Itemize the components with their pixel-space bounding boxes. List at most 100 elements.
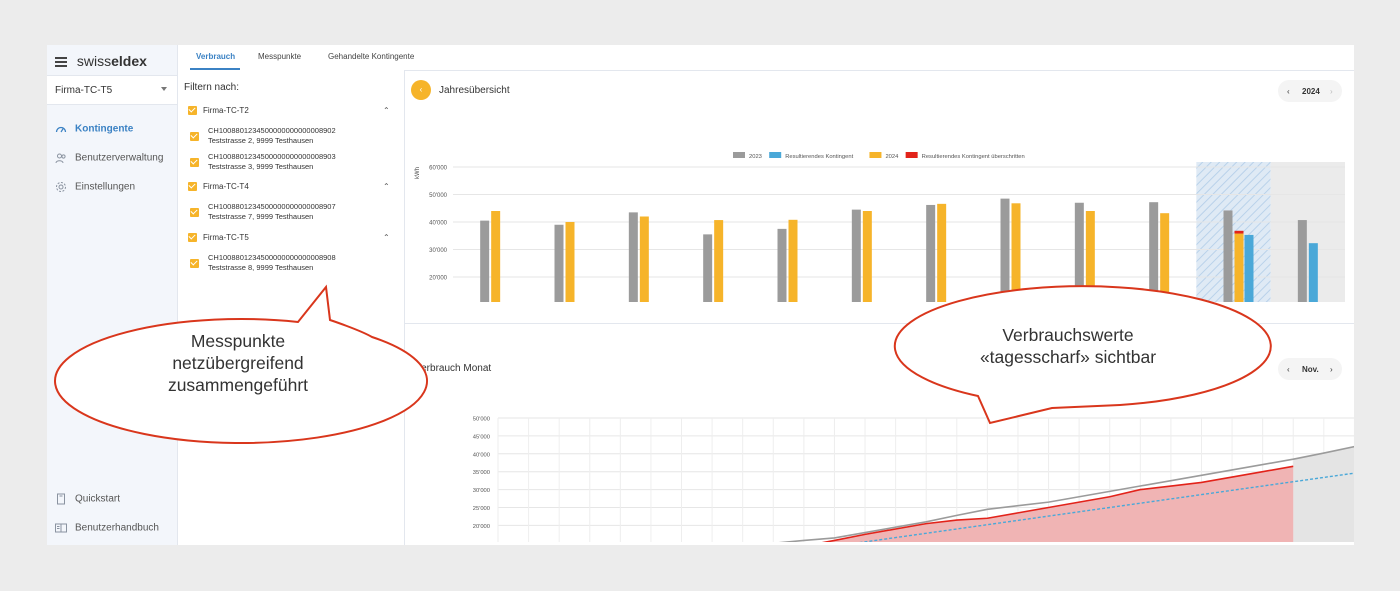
callout-line: «tagesscharf» sichtbar [979, 347, 1157, 367]
messpunkt-item[interactable]: CH1008801234500000000000008902 Teststras… [190, 126, 336, 146]
bar-2023 [1223, 210, 1233, 302]
bar-2023 [1149, 202, 1159, 302]
sidebar-item-label: Einstellungen [75, 181, 136, 193]
legend-label: Resultierendes Kontingent [785, 154, 853, 160]
messpunkt-id: CH1008801234500000000000008907 [208, 202, 336, 211]
bar-2024 [862, 211, 872, 302]
filter-group-firma-tc-t4[interactable]: Firma-TC-T4 [188, 182, 249, 192]
bar-2023 [926, 204, 936, 302]
bar-2023 [777, 228, 787, 302]
bar-overshoot [1234, 230, 1244, 234]
chevron-up-icon[interactable]: ⌃ [383, 233, 390, 242]
sidebar-item-benutzerhandbuch[interactable]: Benutzerhandbuch [55, 522, 159, 540]
callout-line: Messpunkte [190, 331, 286, 351]
messpunkt-address: Teststrasse 3, 9999 Testhausen [208, 162, 314, 171]
sidebar-item-label: Quickstart [75, 493, 121, 505]
filter-title: Filtern nach: [184, 82, 240, 93]
chevron-right-icon[interactable]: › [1330, 87, 1333, 96]
y-tick-label: 50'000 [473, 417, 490, 423]
y-tick-label: 50'000 [429, 193, 447, 199]
y-tick-label: 45'000 [473, 434, 490, 440]
highlight-future-month [1270, 162, 1345, 302]
bar-kontingent [1308, 243, 1318, 302]
bar-2024 [1011, 203, 1021, 302]
chevron-up-icon[interactable]: ⌃ [383, 182, 390, 191]
chevron-up-icon[interactable]: ⌃ [383, 106, 390, 115]
bar-2024 [565, 222, 575, 302]
legend-swatch [869, 152, 882, 158]
bar-2023 [554, 224, 564, 302]
bar-2024 [639, 216, 649, 302]
sidebar-item-einstellungen[interactable]: Einstellungen [55, 181, 135, 199]
brand-logo: swisseldex [76, 53, 147, 69]
messpunkt-item[interactable]: CH1008801234500000000000008907 Teststras… [190, 202, 336, 222]
callout-line: zusammengeführt [167, 375, 309, 395]
bar-2023 [1074, 202, 1084, 302]
legend-label: Resultierendes Kontingent überschritten [922, 154, 1025, 160]
book-icon [55, 522, 67, 534]
annual-title: Jahresübersicht [439, 85, 510, 96]
sidebar-item-kontingente[interactable]: Kontingente [55, 123, 133, 141]
bar-2023 [703, 234, 713, 302]
y-tick-label: 35'000 [473, 470, 490, 476]
legend-swatch [769, 152, 782, 158]
messpunkt-item[interactable]: CH1008801234500000000000008908 Teststras… [190, 253, 336, 273]
callout-line: Verbrauchswerte [1002, 325, 1134, 345]
checkbox-checked-icon[interactable] [190, 259, 199, 268]
checkbox-checked-icon[interactable] [190, 208, 199, 217]
checkbox-checked-icon[interactable] [188, 182, 197, 192]
legend-label: 2023 [749, 154, 762, 160]
gauge-icon [55, 123, 67, 135]
filter-panel: Filtern nach: Firma-TC-T2 ⌃ CH1008801234… [178, 70, 405, 545]
tab-messpunkte[interactable]: Messpunkte [258, 52, 301, 61]
callout-line: netzübergreifend [172, 353, 304, 373]
year-selector[interactable]: ‹ 2024 › [1278, 80, 1342, 102]
users-icon [55, 152, 67, 164]
messpunkt-id: CH1008801234500000000000008902 [208, 126, 336, 135]
hamburger-menu-icon[interactable] [55, 55, 67, 69]
callout-right-text: Verbrauchswerte «tagesscharf» sichtbar [938, 324, 1198, 368]
bar-2023 [1000, 198, 1010, 302]
y-tick-label: 60'000 [429, 166, 447, 172]
firma-select[interactable]: Firma-TC-T5 [47, 75, 177, 105]
bar-2024 [1160, 213, 1170, 302]
bar-2024 [491, 211, 501, 302]
filter-group-firma-tc-t2[interactable]: Firma-TC-T2 [188, 106, 249, 116]
bar-2024 [1085, 211, 1095, 302]
bar-2024 [937, 203, 947, 302]
checkbox-checked-icon[interactable] [188, 233, 197, 243]
tab-gehandelte-kontingente[interactable]: Gehandelte Kontingente [328, 52, 414, 61]
filter-group-firma-tc-t5[interactable]: Firma-TC-T5 [188, 233, 249, 243]
sidebar-item-label: Benutzerverwaltung [75, 152, 164, 164]
caret-down-icon [161, 87, 167, 91]
chevron-left-icon[interactable]: ‹ [1287, 87, 1290, 96]
checkbox-checked-icon[interactable] [190, 158, 199, 167]
messpunkt-item[interactable]: CH1008801234500000000000008903 Teststras… [190, 152, 336, 172]
legend-swatch [905, 152, 918, 158]
filter-group-label: Firma-TC-T2 [203, 106, 249, 115]
bar-2023 [628, 212, 638, 302]
checkbox-checked-icon[interactable] [188, 106, 197, 116]
sidebar-item-benutzerverwaltung[interactable]: Benutzerverwaltung [55, 152, 163, 170]
y-tick-label: 25'000 [473, 506, 490, 512]
y-tick-label: 20'000 [429, 276, 447, 282]
bar-2023 [480, 220, 490, 302]
messpunkt-id: CH1008801234500000000000008903 [208, 152, 336, 161]
legend-swatch [733, 152, 745, 158]
collapse-button[interactable]: ‹ [411, 80, 431, 100]
checkbox-checked-icon[interactable] [190, 132, 199, 141]
sidebar-item-quickstart[interactable]: Quickstart [55, 493, 120, 511]
app-window: swisseldex Firma-TC-T5 Kontingente Benut… [47, 45, 1354, 545]
callout-left-text: Messpunkte netzübergreifend zusammengefü… [108, 330, 368, 396]
bookmark-icon [55, 493, 67, 505]
tab-verbrauch[interactable]: Verbrauch [196, 52, 235, 61]
messpunkt-address: Teststrasse 7, 9999 Testhausen [208, 212, 314, 221]
bar-2023 [851, 209, 861, 302]
bar-2024 [714, 220, 724, 302]
area-projection [1293, 446, 1354, 542]
year-value: 2024 [1302, 87, 1320, 96]
bar-2024 [1234, 233, 1244, 302]
y-tick-label: 40'000 [429, 221, 447, 227]
sidebar-item-label: Benutzerhandbuch [75, 522, 159, 534]
bar-kontingent [1244, 234, 1254, 302]
